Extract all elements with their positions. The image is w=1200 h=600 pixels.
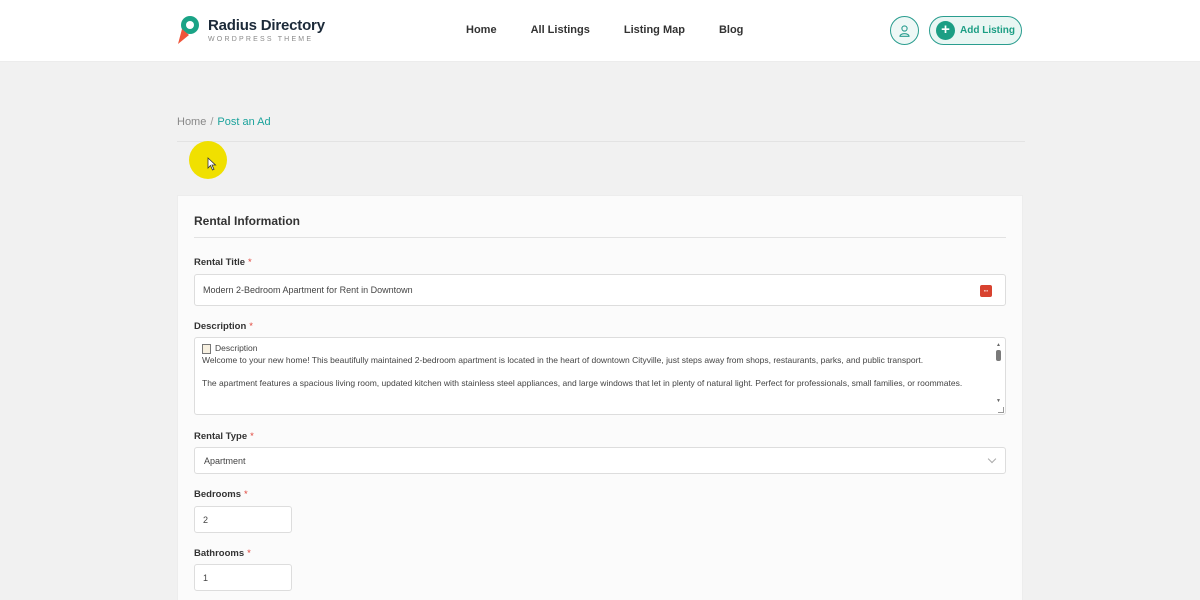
- bedrooms-value: 2: [203, 514, 209, 525]
- bedrooms-label-text: Bedrooms: [194, 489, 241, 500]
- scroll-down-icon[interactable]: ▼: [995, 398, 1002, 404]
- site-logo[interactable]: Radius Directory WORDPRESS THEME: [177, 15, 325, 45]
- site-header: Radius Directory WORDPRESS THEME Home Al…: [0, 0, 1200, 62]
- bathrooms-label-text: Bathrooms: [194, 548, 245, 559]
- chevron-down-icon: [987, 454, 997, 464]
- section-divider: [194, 237, 1006, 238]
- autofill-extension-icon[interactable]: ▪▪▪: [980, 285, 992, 297]
- plus-icon: +: [936, 21, 955, 40]
- description-label: Description *: [194, 321, 253, 332]
- scrollbar-thumb[interactable]: [996, 350, 1001, 361]
- required-mark: *: [248, 257, 252, 268]
- nav-all-listings[interactable]: All Listings: [531, 24, 590, 36]
- description-textarea[interactable]: Description Welcome to your new home! Th…: [194, 337, 1006, 415]
- user-account-button[interactable]: [890, 16, 919, 45]
- bedrooms-label: Bedrooms *: [194, 489, 248, 500]
- required-mark: *: [247, 548, 251, 559]
- breadcrumb-divider: [177, 141, 1025, 142]
- main-nav: Home All Listings Listing Map Blog: [466, 24, 743, 36]
- rental-title-label: Rental Title *: [194, 257, 252, 268]
- nav-blog[interactable]: Blog: [719, 24, 743, 36]
- required-mark: *: [249, 321, 253, 332]
- required-mark: *: [243, 489, 248, 500]
- rental-type-select[interactable]: Apartment: [194, 447, 1006, 474]
- breadcrumb-home[interactable]: Home: [177, 116, 206, 128]
- rental-title-label-text: Rental Title: [194, 257, 246, 268]
- rental-information-card: Rental Information Rental Title * Modern …: [177, 195, 1023, 600]
- rental-type-label: Rental Type *: [194, 431, 254, 442]
- bathrooms-label: Bathrooms *: [194, 548, 251, 559]
- description-paragraph-1: Welcome to your new home! This beautiful…: [202, 354, 924, 365]
- rental-type-value: Apartment: [204, 455, 246, 466]
- nav-home[interactable]: Home: [466, 24, 497, 36]
- mouse-pointer-icon: [207, 157, 217, 171]
- add-listing-button[interactable]: + Add Listing: [929, 16, 1022, 45]
- bathrooms-value: 1: [203, 572, 209, 583]
- brand-tagline: WORDPRESS THEME: [208, 35, 314, 43]
- brand-name: Radius Directory: [208, 16, 325, 34]
- scroll-up-icon[interactable]: ▲: [995, 342, 1002, 348]
- description-header: Description: [202, 343, 985, 355]
- description-paragraph-2: The apartment features a spacious living…: [202, 377, 963, 388]
- document-icon: [202, 343, 211, 354]
- description-header-text: Description: [215, 343, 258, 353]
- rental-title-value: Modern 2-Bedroom Apartment for Rent in D…: [203, 285, 413, 295]
- breadcrumb-separator: /: [210, 116, 214, 128]
- resize-handle[interactable]: [998, 407, 1004, 413]
- bathrooms-input[interactable]: 1: [194, 564, 292, 591]
- rental-title-input[interactable]: Modern 2-Bedroom Apartment for Rent in D…: [194, 274, 1006, 306]
- breadcrumb-current: Post an Ad: [217, 116, 271, 128]
- rental-type-label-text: Rental Type: [194, 431, 248, 442]
- bedrooms-input[interactable]: 2: [194, 506, 292, 533]
- section-title: Rental Information: [194, 214, 301, 228]
- nav-listing-map[interactable]: Listing Map: [624, 24, 685, 36]
- description-label-text: Description: [194, 321, 247, 332]
- breadcrumb: Home / Post an Ad: [177, 116, 271, 128]
- add-listing-label: Add Listing: [960, 25, 1015, 36]
- location-pin-logo-icon: [178, 16, 199, 44]
- required-mark: *: [250, 431, 254, 442]
- user-icon: [899, 24, 910, 37]
- textarea-scrollbar[interactable]: ▲ ▼: [995, 342, 1002, 408]
